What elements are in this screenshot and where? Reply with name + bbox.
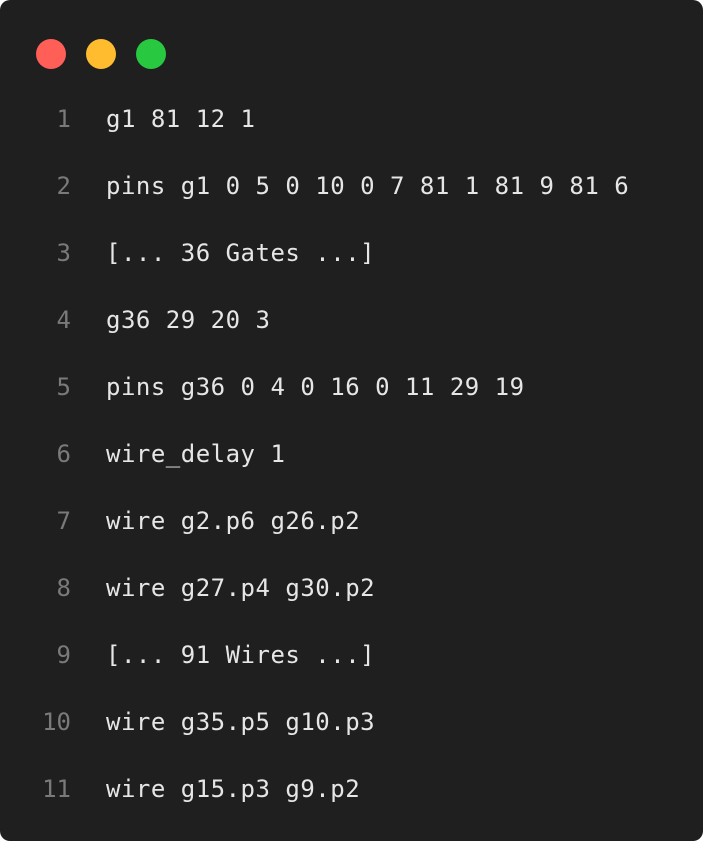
- code-line: 1 g1 81 12 1: [0, 85, 703, 152]
- line-text: pins g1 0 5 0 10 0 7 81 1 81 9 81 6: [106, 171, 630, 200]
- line-number: 1: [56, 104, 71, 133]
- code-line: 8 wire g27.p4 g30.p2: [0, 554, 703, 621]
- code-line: 5 pins g36 0 4 0 16 0 11 29 19: [0, 353, 703, 420]
- line-number: 10: [42, 707, 71, 736]
- code-line: 10 wire g35.p5 g10.p3: [0, 688, 703, 755]
- close-button[interactable]: [36, 39, 66, 69]
- line-number: 7: [56, 506, 71, 535]
- line-text: pins g36 0 4 0 16 0 11 29 19: [106, 372, 525, 401]
- code-window: 1 g1 81 12 1 2 pins g1 0 5 0 10 0 7 81 1…: [0, 0, 703, 841]
- line-number: 2: [56, 171, 71, 200]
- line-text: [... 91 Wires ...]: [106, 640, 376, 669]
- line-number: 11: [42, 774, 71, 803]
- line-number: 4: [56, 305, 71, 334]
- line-text: wire g35.p5 g10.p3: [106, 707, 376, 736]
- window-controls: [36, 39, 166, 69]
- line-text: wire g2.p6 g26.p2: [106, 506, 361, 535]
- code-line: 2 pins g1 0 5 0 10 0 7 81 1 81 9 81 6: [0, 152, 703, 219]
- code-line: 11 wire g15.p3 g9.p2: [0, 755, 703, 822]
- line-number: 3: [56, 238, 71, 267]
- line-text: wire g27.p4 g30.p2: [106, 573, 376, 602]
- line-number: 6: [56, 439, 71, 468]
- line-text: wire_delay 1: [106, 439, 286, 468]
- line-number: 5: [56, 372, 71, 401]
- minimize-button[interactable]: [86, 39, 116, 69]
- code-block: 1 g1 81 12 1 2 pins g1 0 5 0 10 0 7 81 1…: [0, 85, 703, 822]
- line-number: 8: [56, 573, 71, 602]
- code-line: 4 g36 29 20 3: [0, 286, 703, 353]
- line-text: g1 81 12 1: [106, 104, 256, 133]
- code-line: 6 wire_delay 1: [0, 420, 703, 487]
- line-text: g36 29 20 3: [106, 305, 271, 334]
- code-line: 7 wire g2.p6 g26.p2: [0, 487, 703, 554]
- code-line: 9 [... 91 Wires ...]: [0, 621, 703, 688]
- line-text: [... 36 Gates ...]: [106, 238, 376, 267]
- line-number: 9: [56, 640, 71, 669]
- code-line: 3 [... 36 Gates ...]: [0, 219, 703, 286]
- line-text: wire g15.p3 g9.p2: [106, 774, 361, 803]
- zoom-button[interactable]: [136, 39, 166, 69]
